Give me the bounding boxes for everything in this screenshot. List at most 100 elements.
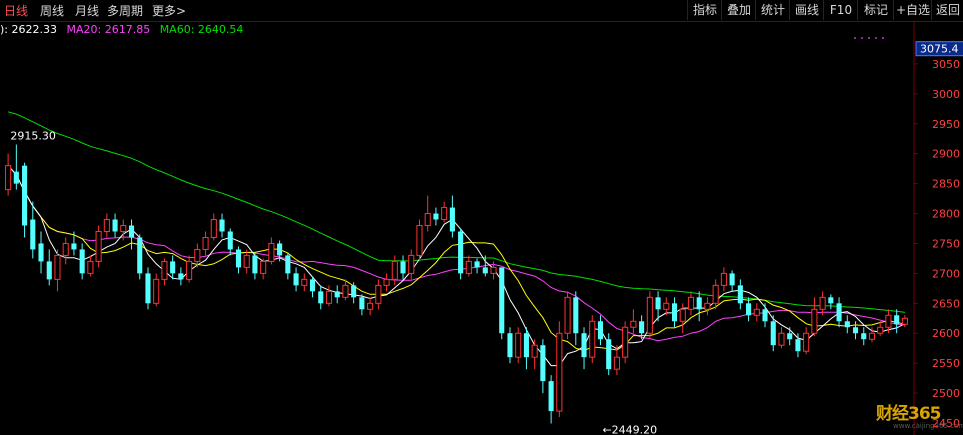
candle-body (325, 290, 333, 304)
candle-body (202, 236, 209, 250)
candle-body (901, 317, 908, 325)
candle-body (531, 344, 538, 358)
price-annotation: 2915.30 (10, 130, 56, 143)
tab-weekly[interactable]: 周线 (40, 2, 64, 19)
candle-body (54, 254, 61, 280)
ma20-dot (861, 37, 863, 39)
candle-body (828, 297, 834, 304)
candle-body (268, 242, 275, 262)
candle-body (194, 248, 201, 262)
y-tick-label: 2750 (932, 237, 960, 250)
candle-body (729, 273, 735, 286)
f10-button[interactable]: F10 (823, 0, 858, 20)
tab-multi-period[interactable]: 多周期 (107, 2, 143, 19)
candle-body (22, 165, 28, 226)
candle-body (474, 261, 480, 268)
candle-body (646, 296, 653, 334)
candle-body (367, 302, 374, 310)
y-tick-label: 2900 (932, 148, 960, 161)
candle-body (885, 314, 892, 328)
candle-body (639, 321, 645, 334)
candle-body (606, 339, 612, 370)
candle-body (564, 296, 571, 334)
ma60-legend: MA60: 2640.54 (159, 23, 244, 36)
candle-body (671, 303, 678, 322)
candle-body (778, 332, 785, 346)
candle-body (499, 267, 505, 334)
tab-monthly[interactable]: 月线 (75, 2, 99, 19)
candle-body (145, 273, 151, 304)
candle-body (803, 332, 810, 352)
y-tick-label: 2950 (932, 118, 960, 131)
candle-body (687, 296, 695, 310)
candle-body (5, 165, 12, 191)
candle-body (128, 225, 135, 238)
candle-body (441, 207, 448, 221)
indicator-button[interactable]: 指标 (687, 0, 722, 20)
candle-body (861, 333, 867, 340)
y-tick-label: 2800 (932, 208, 960, 221)
watermark-logo: 财经365 (876, 404, 941, 424)
overlay-button[interactable]: 叠加 (721, 0, 756, 20)
candle-body (679, 308, 686, 322)
ma-legend: ): 2622.33 MA20: 2617.85 MA60: 2640.54 (0, 23, 249, 37)
candle-body (613, 356, 620, 370)
candle-body (178, 273, 184, 280)
statistics-button[interactable]: 统计 (755, 0, 790, 20)
ma20-dot (875, 37, 877, 39)
candle-body (548, 381, 554, 412)
candle-body (318, 291, 324, 304)
candle-body (219, 219, 225, 232)
candle-body (894, 315, 900, 325)
tab-more[interactable]: 更多> (152, 2, 186, 19)
candle-body (795, 339, 801, 352)
candle-body (811, 308, 818, 334)
candle-body (46, 261, 52, 280)
tab-daily[interactable]: 日线 (4, 2, 28, 19)
back-button[interactable]: 返回 (931, 0, 963, 20)
candle-body (449, 207, 455, 232)
candle-body (737, 285, 743, 304)
candle-body (161, 260, 168, 280)
candle-body (277, 243, 283, 256)
candle-body (285, 255, 291, 274)
candle-body (252, 255, 258, 274)
draw-line-button[interactable]: 画线 (789, 0, 824, 20)
y-tick-label: 2550 (932, 357, 960, 370)
candle-body (400, 261, 406, 274)
candle-body (712, 284, 719, 304)
candle-body (408, 254, 415, 274)
candle-body (103, 219, 110, 232)
candle-body (746, 303, 752, 316)
add-watchlist-button[interactable]: +自选 (893, 0, 932, 20)
candle-body (753, 308, 760, 316)
candlestick-chart: 2450250025502600265027002750280028502900… (5, 22, 963, 435)
candle-body (95, 230, 102, 262)
candle-body (243, 254, 250, 268)
candle-body (597, 321, 604, 340)
candle-body (515, 332, 522, 358)
candle-body (235, 249, 242, 268)
candle-body (375, 284, 382, 304)
candle-body (359, 297, 365, 310)
watermark-url: www.caijing365.com (893, 422, 963, 430)
y-tick-label: 2650 (932, 297, 960, 310)
candle-body (507, 333, 513, 358)
candle-body (71, 243, 77, 250)
candle-body (770, 321, 776, 346)
candle-body (383, 278, 390, 286)
mark-button[interactable]: 标记 (857, 0, 894, 20)
candle-body (301, 278, 308, 286)
candle-body (482, 267, 488, 274)
candle-body (227, 231, 233, 250)
candle-body (556, 332, 563, 412)
candle-body (655, 297, 661, 310)
candle-body (868, 332, 876, 340)
y-tick-label: 3050 (932, 58, 960, 71)
current-price-label: 3075.4 (920, 43, 959, 56)
y-tick-label: 3000 (932, 88, 960, 101)
candle-body (630, 320, 637, 328)
candle-body (433, 213, 439, 220)
candle-body (391, 260, 398, 280)
y-tick-label: 2600 (932, 327, 960, 340)
